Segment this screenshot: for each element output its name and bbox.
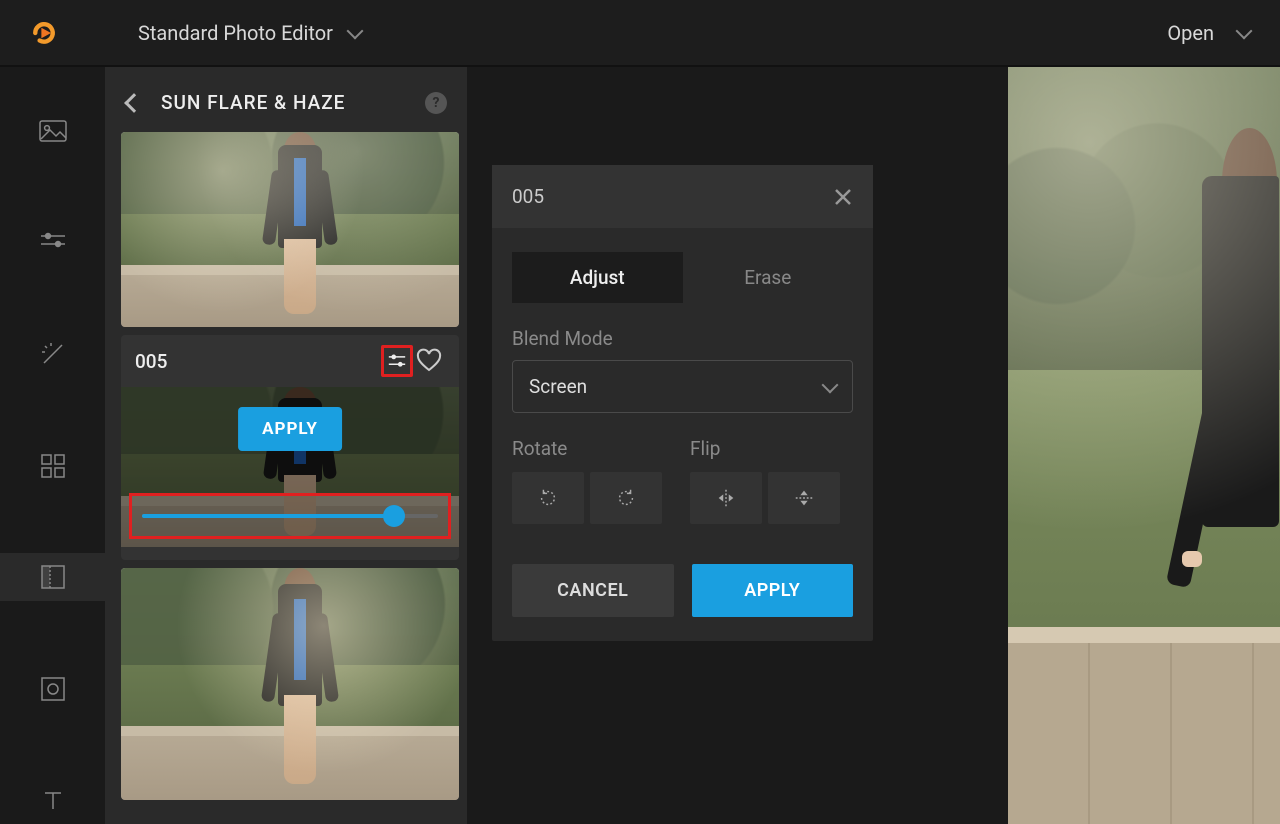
open-label: Open <box>1167 21 1214 45</box>
flip-label: Flip <box>690 437 840 460</box>
intensity-slider[interactable] <box>129 493 451 539</box>
tab-adjust[interactable]: Adjust <box>512 252 683 303</box>
blend-mode-select[interactable]: Screen <box>512 360 853 413</box>
editor-mode-dropdown[interactable]: Standard Photo Editor <box>138 21 361 45</box>
blend-mode-value: Screen <box>529 375 824 398</box>
tab-erase[interactable]: Erase <box>683 252 854 303</box>
cancel-button[interactable]: CANCEL <box>512 564 674 617</box>
mode-tabs: Adjust Erase <box>512 252 853 303</box>
sidebar-item-frames[interactable] <box>0 665 105 713</box>
flip-vertical-button[interactable] <box>768 472 840 524</box>
panel-title: SUN FLARE & HAZE <box>161 91 425 114</box>
rotate-label: Rotate <box>512 437 662 460</box>
sidebar-item-image[interactable] <box>0 107 105 155</box>
editor-mode-label: Standard Photo Editor <box>138 21 333 45</box>
effect-settings-button[interactable] <box>381 345 413 377</box>
image-preview[interactable] <box>1008 67 1280 824</box>
tool-sidebar <box>0 67 105 824</box>
app-logo <box>30 19 58 47</box>
apply-effect-button[interactable]: APPLY <box>238 407 342 451</box>
canvas-area: 005 Adjust Erase Blend Mode Screen Rotat… <box>467 67 1280 824</box>
favorite-button[interactable] <box>413 345 445 377</box>
effect-settings-popover: 005 Adjust Erase Blend Mode Screen Rotat… <box>492 165 873 641</box>
chevron-down-icon <box>346 22 363 39</box>
sidebar-item-overlays[interactable] <box>0 553 105 601</box>
help-icon[interactable]: ? <box>425 92 447 114</box>
popover-title: 005 <box>512 185 833 208</box>
flip-horizontal-button[interactable] <box>690 472 762 524</box>
top-bar: Standard Photo Editor Open <box>0 0 1280 67</box>
sidebar-item-grid[interactable] <box>0 442 105 490</box>
effect-card-selected: 005 APPLY <box>121 335 459 560</box>
effect-thumbnail[interactable] <box>121 568 459 800</box>
blend-mode-label: Blend Mode <box>512 327 853 350</box>
chevron-down-icon <box>1236 22 1253 39</box>
sidebar-item-magic[interactable] <box>0 330 105 378</box>
open-menu[interactable]: Open <box>1167 21 1250 45</box>
rotate-ccw-button[interactable] <box>512 472 584 524</box>
sidebar-item-adjust[interactable] <box>0 219 105 267</box>
sidebar-item-text[interactable] <box>0 776 105 824</box>
apply-button[interactable]: APPLY <box>692 564 854 617</box>
close-icon[interactable] <box>833 187 853 207</box>
chevron-down-icon <box>822 376 839 393</box>
effect-id-label: 005 <box>135 350 381 373</box>
back-button[interactable] <box>124 93 144 113</box>
rotate-cw-button[interactable] <box>590 472 662 524</box>
effect-thumbnail[interactable] <box>121 132 459 327</box>
effects-panel: SUN FLARE & HAZE ? 005 <box>105 67 467 824</box>
